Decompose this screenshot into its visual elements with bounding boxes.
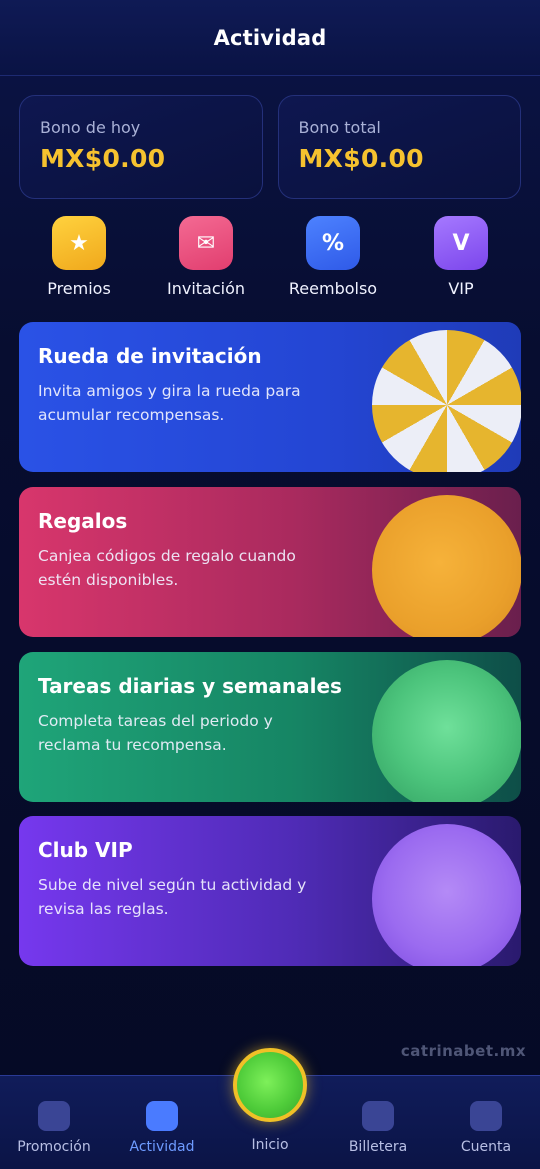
bonus-today-amount: MX$0.00	[40, 144, 166, 173]
promo-title: Club VIP	[38, 838, 133, 862]
promo-card-tasks[interactable]: Tareas diarias y semanales Completa tare…	[19, 652, 521, 802]
account-icon	[470, 1101, 502, 1131]
promo-title: Rueda de invitación	[38, 344, 262, 368]
home-icon[interactable]	[233, 1048, 307, 1122]
quick-action-label: Invitación	[166, 279, 246, 298]
vip-orb-icon	[372, 824, 521, 966]
wheel-icon	[372, 330, 521, 472]
header: Actividad	[0, 0, 540, 76]
promo-card-gifts[interactable]: Regalos Canjea códigos de regalo cuando …	[19, 487, 521, 637]
bottom-nav: Promoción Actividad Inicio Billetera Cue…	[0, 1048, 540, 1169]
quick-action-label: Reembolso	[288, 279, 378, 298]
nav-label: Actividad	[129, 1139, 195, 1155]
promo-description: Invita amigos y gira la rueda para acumu…	[38, 382, 301, 424]
quick-action-premios[interactable]: ★ Premios	[19, 216, 139, 298]
watermark: catrinabet.mx	[400, 1042, 526, 1060]
gift-orb-icon	[372, 495, 521, 637]
nav-item-actividad[interactable]: Actividad	[108, 1076, 216, 1169]
promo-title: Tareas diarias y semanales	[38, 674, 342, 698]
tasks-orb-icon	[372, 660, 521, 802]
quick-action-vip[interactable]: V VIP	[401, 216, 521, 298]
envelope-icon: ✉	[179, 216, 233, 270]
promo-description: Sube de nivel según tu actividad y revis…	[38, 876, 307, 918]
promo-card-vip-club[interactable]: Club VIP Sube de nivel según tu activida…	[19, 816, 521, 966]
app-root: Actividad Bono de hoy MX$0.00 Bono total…	[0, 0, 540, 1169]
bonus-today-label: Bono de hoy	[40, 118, 141, 137]
bonus-total-label: Bono total	[298, 118, 381, 137]
nav-item-billetera[interactable]: Billetera	[324, 1076, 432, 1169]
nav-item-cuenta[interactable]: Cuenta	[432, 1076, 540, 1169]
promo-title: Regalos	[38, 509, 128, 533]
star-icon: ★	[52, 216, 106, 270]
quick-action-invitacion[interactable]: ✉ Invitación	[146, 216, 266, 298]
nav-label: Billetera	[348, 1139, 408, 1155]
promo-icon	[38, 1101, 70, 1131]
nav-label: Inicio	[251, 1137, 289, 1153]
bonus-summary: Bono de hoy MX$0.00 Bono total MX$0.00	[19, 95, 521, 199]
bonus-today-card: Bono de hoy MX$0.00	[19, 95, 263, 199]
nav-label: Promoción	[17, 1139, 91, 1155]
quick-actions: ★ Premios ✉ Invitación % Reembolso V VIP	[14, 216, 526, 306]
quick-action-reembolso[interactable]: % Reembolso	[273, 216, 393, 298]
bonus-total-card: Bono total MX$0.00	[277, 95, 521, 199]
quick-action-label: Premios	[47, 279, 111, 298]
activity-icon	[146, 1101, 178, 1131]
nav-item-promocion[interactable]: Promoción	[0, 1076, 108, 1169]
promo-card-invitation-wheel[interactable]: Rueda de invitación Invita amigos y gira…	[19, 322, 521, 472]
percent-icon: %	[306, 216, 360, 270]
nav-label: Cuenta	[460, 1139, 512, 1155]
promo-description: Canjea códigos de regalo cuando estén di…	[38, 547, 296, 589]
nav-item-inicio[interactable]: Inicio	[216, 1048, 324, 1169]
page-title: Actividad	[213, 25, 327, 50]
quick-action-label: VIP	[448, 279, 474, 298]
wallet-icon	[362, 1101, 394, 1131]
vip-icon: V	[434, 216, 488, 270]
bonus-total-amount: MX$0.00	[298, 144, 424, 173]
promo-description: Completa tareas del periodo y reclama tu…	[38, 712, 273, 754]
